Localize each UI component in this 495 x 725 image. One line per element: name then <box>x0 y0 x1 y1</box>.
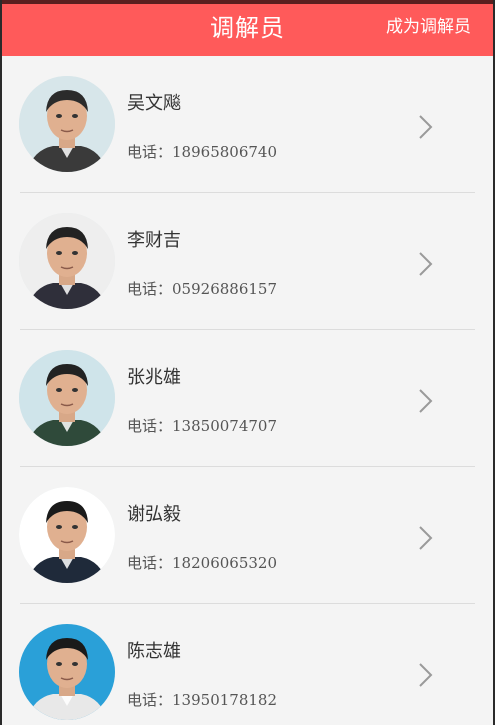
mediator-list-screen: 调解员 成为调解员 吴文飚 电话：18965806740 李财吉 电话：0592688… <box>2 0 493 725</box>
phone-number: 18206065320 <box>172 554 277 572</box>
phone-number: 13950178182 <box>172 691 277 709</box>
mediator-list: 吴文飚 电话：18965806740 李财吉 电话：05926886157 张兆雄 电话：… <box>2 56 493 725</box>
mediator-avatar <box>19 624 115 720</box>
chevron-right-icon <box>417 662 435 688</box>
chevron-right-icon <box>417 388 435 414</box>
chevron-right-icon <box>417 525 435 551</box>
mediator-phone: 电话：18206065320 <box>127 552 277 573</box>
phone-number: 18965806740 <box>172 143 277 161</box>
chevron-right-icon <box>417 114 435 140</box>
mediator-avatar <box>19 213 115 309</box>
mediator-list-item[interactable]: 张兆雄电话：13850074707 <box>2 330 493 467</box>
mediator-list-item[interactable]: 陈志雄电话：13950178182 <box>2 604 493 725</box>
mediator-list-item[interactable]: 谢弘毅电话：18206065320 <box>2 467 493 604</box>
mediator-name: 陈志雄 <box>127 641 181 662</box>
phone-number: 05926886157 <box>172 280 277 298</box>
mediator-name: 李财吉 <box>127 230 181 251</box>
phone-label: 电话： <box>127 691 173 709</box>
phone-number: 13850074707 <box>172 417 277 435</box>
mediator-avatar <box>19 76 115 172</box>
become-mediator-button[interactable]: 成为调解员 <box>386 12 471 37</box>
mediator-phone: 电话：18965806740 <box>127 141 277 162</box>
phone-label: 电话： <box>127 417 173 435</box>
chevron-right-icon <box>417 251 435 277</box>
mediator-name: 张兆雄 <box>127 367 181 388</box>
mediator-name: 吴文飚 <box>127 93 181 114</box>
mediator-list-item[interactable]: 李财吉电话：05926886157 <box>2 193 493 330</box>
mediator-phone: 电话：13950178182 <box>127 689 277 710</box>
phone-label: 电话： <box>127 554 173 572</box>
mediator-avatar <box>19 350 115 446</box>
phone-label: 电话： <box>127 143 173 161</box>
phone-label: 电话： <box>127 280 173 298</box>
mediator-avatar <box>19 487 115 583</box>
mediator-list-item[interactable]: 吴文飚电话：18965806740 <box>2 56 493 193</box>
mediator-phone: 电话：05926886157 <box>127 278 277 299</box>
header-bar: 调解员 成为调解员 <box>2 4 493 56</box>
mediator-name: 谢弘毅 <box>127 504 181 525</box>
mediator-phone: 电话：13850074707 <box>127 415 277 436</box>
